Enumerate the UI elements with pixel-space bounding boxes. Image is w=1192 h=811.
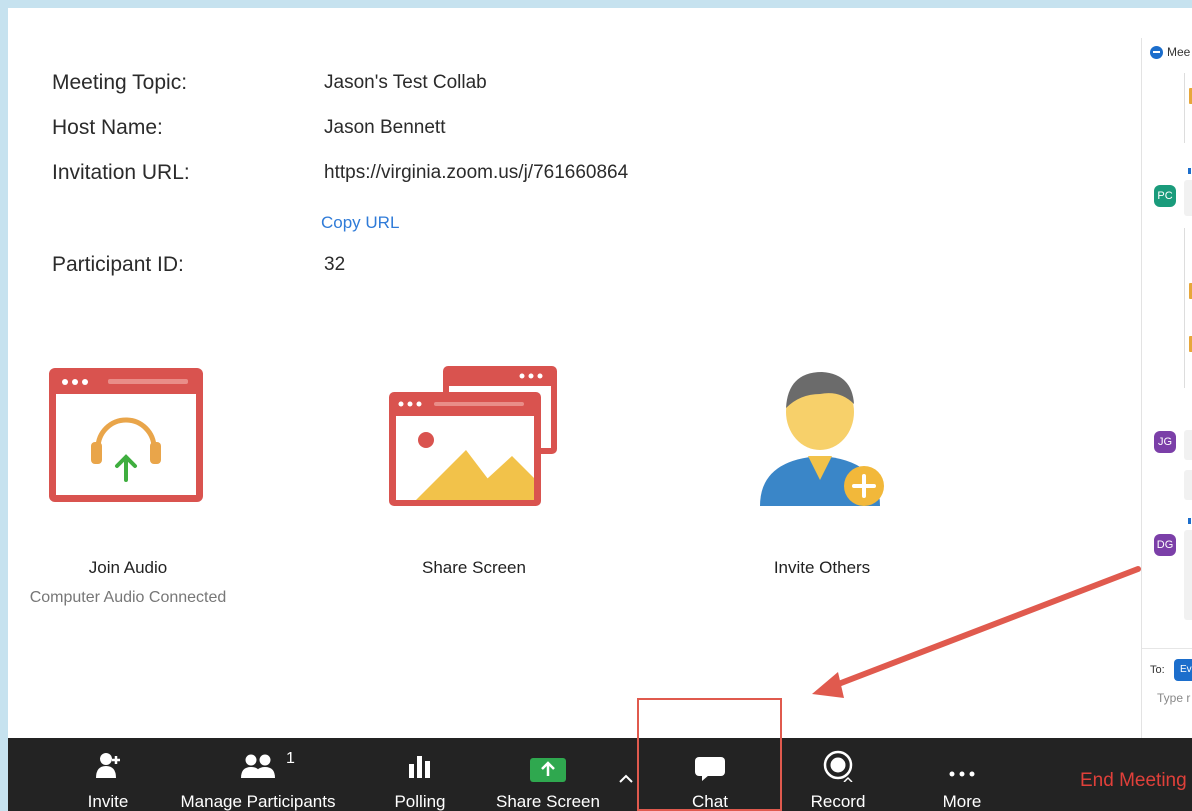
annotation-arrow bbox=[812, 566, 1141, 698]
meeting-window: Meeting Topic: Jason's Test Collab Host … bbox=[8, 8, 1192, 811]
